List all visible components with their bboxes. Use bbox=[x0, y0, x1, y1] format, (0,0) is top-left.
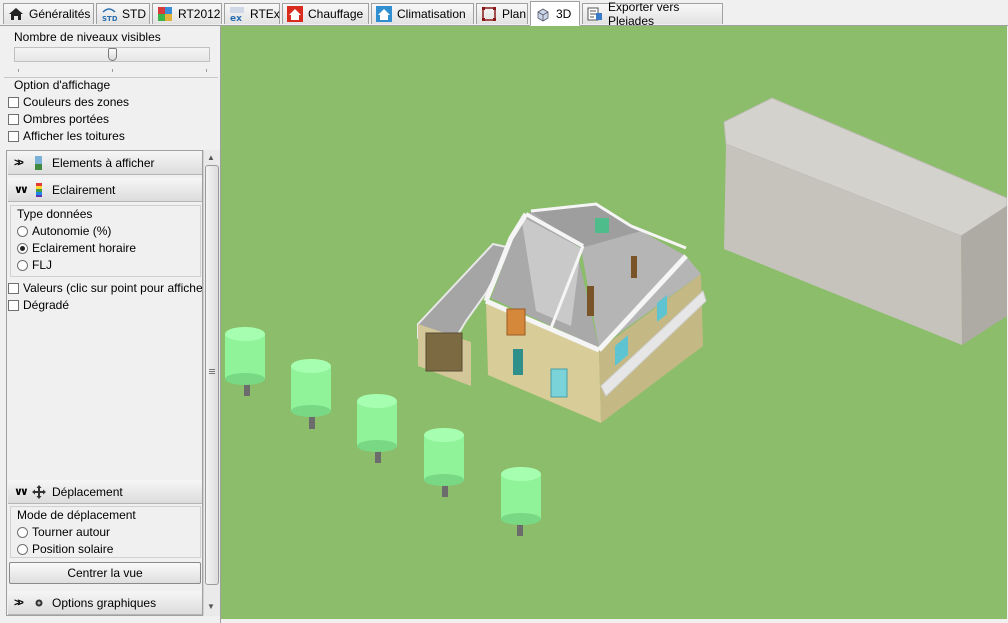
chevron-down-icon: ∨∨ bbox=[14, 486, 29, 498]
radio-button[interactable] bbox=[17, 526, 28, 538]
checkbox-label: Valeurs (clic sur point pour afficher) bbox=[23, 281, 203, 295]
heating-house-icon bbox=[287, 6, 303, 22]
radio-label: Position solaire bbox=[32, 542, 114, 556]
chevron-right-icon: >> bbox=[14, 596, 24, 609]
section-label: Options graphiques bbox=[52, 595, 157, 610]
levels-title: Nombre de niveaux visibles bbox=[14, 30, 161, 44]
tab-label: Généralités bbox=[29, 7, 91, 21]
svg-text:ex: ex bbox=[230, 14, 242, 22]
tab-rt2012[interactable]: RT2012 bbox=[152, 3, 222, 24]
lighting-color-scale-icon bbox=[31, 182, 47, 198]
section-label: Eclairement bbox=[52, 182, 116, 197]
movement-mode-group: Mode de déplacement Tourner autour Posit… bbox=[10, 506, 201, 558]
checkbox[interactable] bbox=[8, 282, 19, 294]
radio-label: FLJ bbox=[32, 258, 53, 272]
options-scroll-pane: >> Elements à afficher ∨∨ Eclairement Ty… bbox=[6, 150, 203, 616]
tab-std[interactable]: STD STD bbox=[96, 3, 150, 24]
data-type-group: Type données Autonomie (%) Eclairement h… bbox=[10, 205, 201, 277]
checkbox-label: Afficher les toitures bbox=[23, 129, 125, 143]
svg-text:STD: STD bbox=[102, 15, 117, 22]
checkbox-gradient[interactable]: Dégradé bbox=[8, 297, 69, 313]
radio-button[interactable] bbox=[17, 225, 28, 237]
tab-generalites[interactable]: Généralités bbox=[3, 3, 94, 24]
scroll-up-icon[interactable]: ▲ bbox=[207, 153, 215, 162]
3d-icon bbox=[535, 6, 551, 22]
move-arrows-icon bbox=[31, 484, 47, 500]
scroll-down-icon[interactable]: ▼ bbox=[207, 602, 215, 611]
tab-label: Exporter vers Pleiades bbox=[608, 0, 680, 28]
radio-flj[interactable]: FLJ bbox=[17, 257, 52, 273]
3d-viewport[interactable] bbox=[221, 26, 1007, 619]
radio-label: Autonomie (%) bbox=[32, 224, 112, 238]
radio-label: Eclairement horaire bbox=[32, 241, 137, 255]
checkbox-label: Couleurs des zones bbox=[23, 95, 130, 109]
slider-tick bbox=[112, 69, 113, 72]
tab-export-pleiades[interactable]: Exporter vers Pleiades bbox=[582, 0, 723, 28]
levels-slider-thumb[interactable] bbox=[108, 48, 117, 61]
home-icon bbox=[8, 6, 24, 22]
rt2012-icon bbox=[157, 6, 173, 22]
section-label: Déplacement bbox=[52, 484, 123, 499]
checkbox[interactable] bbox=[8, 113, 19, 125]
radio-button[interactable] bbox=[17, 242, 28, 254]
checkbox[interactable] bbox=[8, 130, 19, 142]
std-icon: STD bbox=[101, 6, 118, 23]
vertical-scrollbar[interactable]: ▲ ▼ bbox=[203, 150, 220, 616]
movement-mode-title: Mode de déplacement bbox=[17, 508, 136, 522]
tab-rtex[interactable]: ex RTEx bbox=[224, 3, 280, 24]
checkbox-show-roofs[interactable]: Afficher les toitures bbox=[8, 128, 125, 144]
section-movement-header[interactable]: ∨∨ Déplacement bbox=[8, 480, 202, 504]
section-elements-header[interactable]: >> Elements à afficher bbox=[8, 151, 202, 175]
radio-rotate-around[interactable]: Tourner autour bbox=[17, 524, 110, 540]
left-panel: Nombre de niveaux visibles Option d'affi… bbox=[0, 26, 221, 623]
radio-button[interactable] bbox=[17, 543, 28, 555]
cooling-house-icon bbox=[376, 6, 392, 22]
data-type-title: Type données bbox=[17, 207, 93, 221]
scrollbar-thumb[interactable] bbox=[205, 165, 219, 585]
radio-solar-position[interactable]: Position solaire bbox=[17, 541, 113, 557]
checkbox-label: Ombres portées bbox=[23, 112, 110, 126]
radio-label: Tourner autour bbox=[32, 525, 111, 539]
slider-tick bbox=[206, 69, 207, 72]
checkbox[interactable] bbox=[8, 299, 19, 311]
elements-icon bbox=[31, 155, 47, 171]
tab-label: Plan bbox=[502, 7, 527, 21]
tab-label: RTEx bbox=[250, 7, 280, 21]
tab-chauffage[interactable]: Chauffage bbox=[282, 3, 369, 24]
slider-tick bbox=[18, 69, 19, 72]
tab-label: Chauffage bbox=[308, 7, 364, 21]
tab-label: 3D bbox=[556, 6, 572, 21]
display-options-title: Option d'affichage bbox=[14, 78, 111, 92]
chevron-down-icon: ∨∨ bbox=[14, 184, 29, 196]
checkbox-zone-colors[interactable]: Couleurs des zones bbox=[8, 94, 129, 110]
tab-label: RT2012 bbox=[178, 7, 221, 21]
export-icon bbox=[587, 6, 603, 22]
tab-3d[interactable]: 3D bbox=[530, 1, 580, 26]
section-graphics-header[interactable]: >> Options graphiques bbox=[8, 591, 202, 615]
radio-autonomie[interactable]: Autonomie (%) bbox=[17, 223, 111, 239]
center-view-button[interactable]: Centrer la vue bbox=[9, 562, 201, 584]
tab-label: Climatisation bbox=[397, 7, 466, 21]
tab-label: STD bbox=[122, 7, 146, 21]
radio-eclairement-horaire[interactable]: Eclairement horaire bbox=[17, 240, 136, 256]
graphics-options-icon bbox=[31, 595, 47, 611]
checkbox-label: Dégradé bbox=[23, 298, 70, 312]
section-label: Elements à afficher bbox=[52, 155, 155, 170]
tab-plan[interactable]: Plan bbox=[476, 3, 528, 24]
tab-bar: Généralités STD STD RT2012 ex RTEx Chauf… bbox=[0, 0, 1008, 28]
section-lighting-header[interactable]: ∨∨ Eclairement bbox=[8, 178, 202, 202]
checkbox-values[interactable]: Valeurs (clic sur point pour afficher) bbox=[8, 280, 203, 296]
rtex-icon: ex bbox=[229, 6, 245, 24]
chevron-right-icon: >> bbox=[14, 156, 24, 169]
radio-button[interactable] bbox=[17, 259, 28, 271]
plan-icon bbox=[481, 6, 497, 22]
tab-climatisation[interactable]: Climatisation bbox=[371, 3, 474, 24]
checkbox-shadows[interactable]: Ombres portées bbox=[8, 111, 109, 127]
checkbox[interactable] bbox=[8, 96, 19, 108]
